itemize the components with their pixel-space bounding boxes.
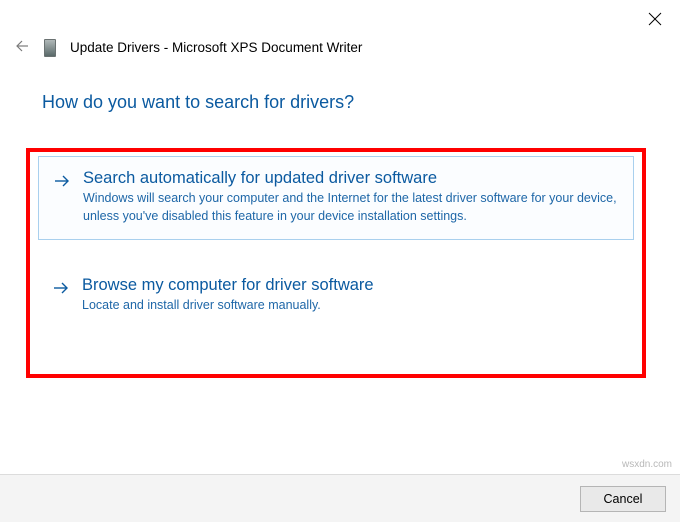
arrow-right-icon [52,279,70,297]
spacer [38,240,634,264]
option-title: Browse my computer for driver software [82,276,620,295]
option-body: Search automatically for updated driver … [83,169,619,225]
option-browse-computer[interactable]: Browse my computer for driver software L… [38,264,634,329]
option-body: Browse my computer for driver software L… [82,276,620,315]
device-icon [44,39,56,57]
option-description: Locate and install driver software manua… [82,297,620,315]
back-button[interactable] [14,38,30,57]
cancel-button[interactable]: Cancel [580,486,666,512]
footer: Cancel [0,474,680,522]
watermark: wsxdn.com [622,459,672,470]
arrow-right-icon [53,172,71,190]
cancel-label: Cancel [604,492,643,506]
close-icon [648,12,662,26]
header: Update Drivers - Microsoft XPS Document … [14,38,362,57]
arrow-left-icon [14,38,30,54]
option-title: Search automatically for updated driver … [83,169,619,188]
option-description: Windows will search your computer and th… [83,190,619,225]
window-title: Update Drivers - Microsoft XPS Document … [70,40,362,55]
option-search-automatically[interactable]: Search automatically for updated driver … [38,156,634,240]
options-highlight: Search automatically for updated driver … [26,148,646,378]
page-heading: How do you want to search for drivers? [42,92,354,113]
close-button[interactable] [648,12,662,29]
